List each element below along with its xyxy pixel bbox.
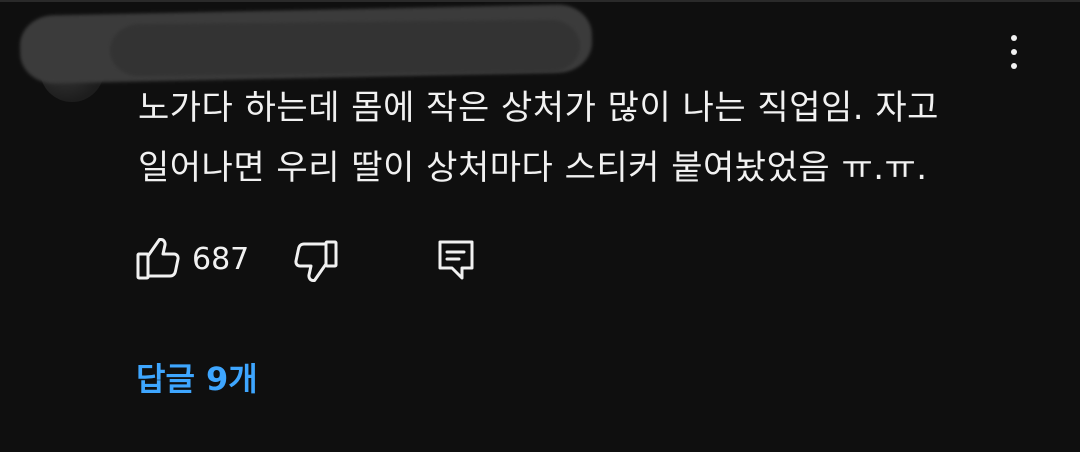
- menu-dot: [1011, 35, 1017, 41]
- comment-actions: 687: [134, 234, 534, 288]
- thumbs-up-icon[interactable]: [134, 236, 186, 286]
- top-divider: [0, 0, 1080, 2]
- redaction-scribble-overlay: [109, 19, 581, 77]
- comment-reply-icon[interactable]: [434, 238, 482, 286]
- comment-line: 노가다 하는데 몸에 작은 상처가 많이 나는 직업임. 자고: [138, 88, 939, 128]
- thumbs-down-icon[interactable]: [292, 238, 344, 288]
- menu-dot: [1011, 49, 1017, 55]
- comment-line: 일어나면 우리 딸이 상처마다 스티커 붙여놨었음 ㅠ.ㅠ.: [138, 148, 928, 188]
- replies-toggle[interactable]: 답글 9개: [136, 354, 258, 400]
- more-vertical-icon[interactable]: [996, 30, 1032, 74]
- comment-text: 노가다 하는데 몸에 작은 상처가 많이 나는 직업임. 자고 일어나면 우리 …: [138, 78, 1018, 198]
- like-count: 687: [192, 242, 250, 277]
- menu-dot: [1011, 63, 1017, 69]
